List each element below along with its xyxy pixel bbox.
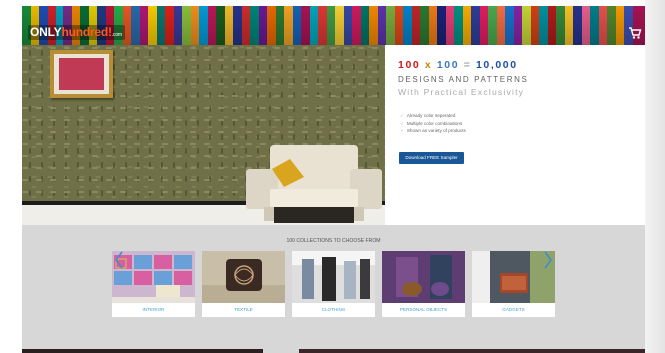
collection-label: PERSONAL OBJECTS xyxy=(399,307,448,312)
collection-label: CLOTHING xyxy=(321,307,346,312)
framed-picture xyxy=(50,50,113,98)
hero-tagline: With Practical Exclusivity xyxy=(398,87,525,97)
collection-label: TEXTILE xyxy=(234,307,253,312)
textile-image xyxy=(202,251,285,303)
check-icon: ✓ xyxy=(400,120,404,126)
collection-label: GADGETS xyxy=(502,307,525,312)
footer-panel-left xyxy=(22,349,263,353)
hero-text-block: 100 x 100 = 10,000 DESIGNS AND PATTERNS … xyxy=(398,59,638,135)
site-header: ONLYhundred!.com xyxy=(22,6,645,45)
page: ONLYhundred!.com 100 x 100 = 10,000 DESI… xyxy=(0,0,665,353)
chevron-right-icon xyxy=(544,251,552,269)
headline-equals: = xyxy=(463,59,472,71)
feature-item: ✓ Multiple color combinations xyxy=(400,120,463,126)
check-icon: ✓ xyxy=(400,128,404,133)
collection-card-textile[interactable]: TEXTILE xyxy=(202,251,285,317)
site-logo[interactable]: ONLYhundred!.com xyxy=(28,25,125,40)
armchair-illustration xyxy=(246,145,382,223)
carousel-prev-button[interactable] xyxy=(113,250,125,270)
download-sampler-button[interactable]: Download FREE Sampler xyxy=(399,152,464,164)
hero-section: 100 x 100 = 10,000 DESIGNS AND PATTERNS … xyxy=(22,45,645,225)
cart-icon[interactable] xyxy=(628,26,642,40)
collection-card-clothing[interactable]: CLOTHING xyxy=(292,251,375,317)
chevron-left-icon xyxy=(115,251,123,269)
logo-part-only: ONLY xyxy=(30,25,62,39)
check-icon: ✓ xyxy=(400,113,404,118)
collections-title: 100 COLLECTIONS TO CHOOSE FROM xyxy=(286,238,381,244)
feature-list: ✓ Already color seperated ✓ Multiple color… xyxy=(400,112,638,135)
hero-subtitle: DESIGNS AND PATTERNS xyxy=(398,75,529,84)
footer-panel-right xyxy=(299,349,645,353)
headline-number-2: 100 xyxy=(436,59,460,71)
hero-room-image xyxy=(22,45,385,225)
feature-item: ✓ Already color seperated xyxy=(400,113,456,118)
carousel-next-button[interactable] xyxy=(542,250,554,270)
left-margin xyxy=(0,0,22,353)
feature-item: ✓ Shown as variety of products xyxy=(400,128,466,133)
headline-number-1: 100 xyxy=(398,59,421,71)
collections-section: 100 COLLECTIONS TO CHOOSE FROM INTERIOR … xyxy=(22,225,645,353)
logo-part-hundred: hundred! xyxy=(61,25,112,39)
collection-card-personal-objects[interactable]: PERSONAL OBJECTS xyxy=(382,251,465,317)
headline-times: x xyxy=(424,59,433,71)
logo-part-com: .com xyxy=(111,32,122,38)
headline-result: 10,000 xyxy=(475,59,518,71)
hero-headline: 100 x 100 = 10,000 xyxy=(398,59,638,71)
collection-label: INTERIOR xyxy=(142,307,165,312)
right-margin xyxy=(645,0,665,353)
personal-objects-image xyxy=(382,251,465,303)
clothing-image xyxy=(292,251,375,303)
